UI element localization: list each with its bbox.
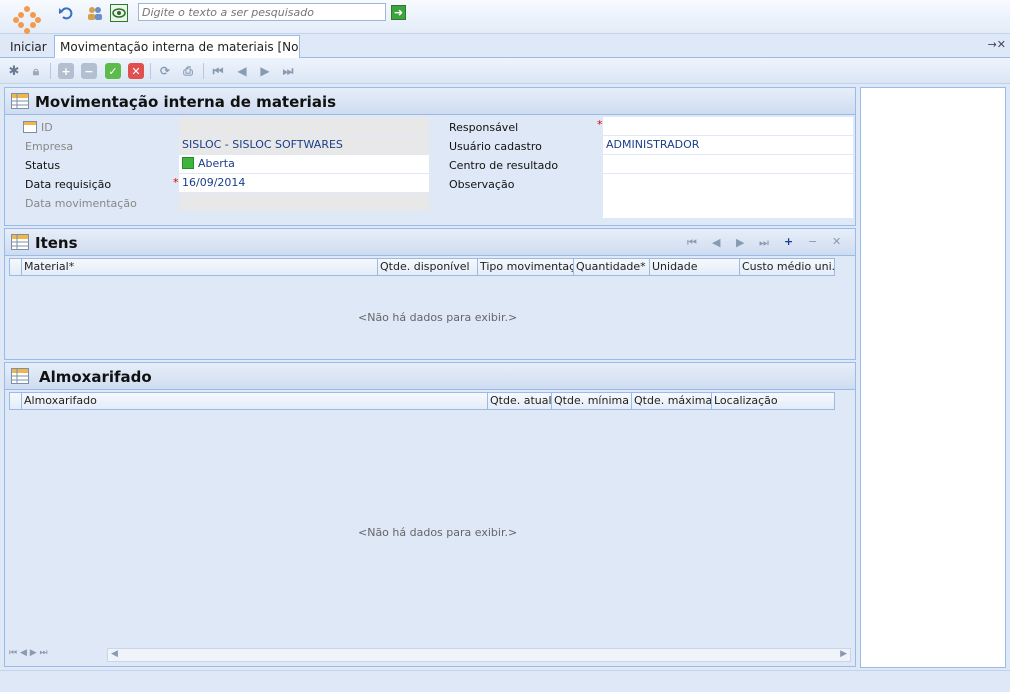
itens-grid-header: Material* Qtde. disponível Tipo moviment…	[9, 258, 835, 276]
responsavel-label: Responsável	[449, 121, 519, 134]
id-field[interactable]	[179, 117, 429, 135]
status-value: Aberta	[198, 157, 235, 170]
grid-first-icon[interactable]: ⏮	[687, 236, 697, 250]
data-requisicao-field[interactable]: 16/09/2014	[179, 174, 429, 192]
column-qtde-disponivel[interactable]: Qtde. disponível	[378, 259, 478, 275]
refresh-icon[interactable]: ⟳	[157, 63, 173, 79]
next-record-icon[interactable]: ▶	[257, 63, 273, 79]
itens-empty-message: <Não há dados para exibir.>	[358, 311, 518, 324]
undo-icon[interactable]	[57, 4, 75, 22]
almoxarifado-grid: Almoxarifado Qtde. atual Qtde. mínima Qt…	[4, 390, 856, 667]
column-qtde-atual[interactable]: Qtde. atual	[488, 393, 552, 409]
users-icon[interactable]	[86, 4, 104, 22]
cancel-icon[interactable]: ✕	[128, 63, 144, 79]
scroll-right-icon[interactable]: ▶	[840, 649, 847, 659]
empresa-label: Empresa	[25, 140, 74, 153]
view-icon[interactable]	[110, 4, 128, 22]
form-area: Movimentação interna de materiais ID Emp…	[4, 87, 856, 667]
column-qtde-minima[interactable]: Qtde. mínima	[552, 393, 632, 409]
action-toolbar: ✱ 🔒︎ + − ✓ ✕ ⟳ ⎙ ⏮ ◀ ▶ ⏭	[0, 58, 1010, 84]
grid-cancel-icon[interactable]: ✕	[832, 235, 841, 248]
itens-grid: Material* Qtde. disponível Tipo moviment…	[4, 256, 856, 360]
last-record-icon[interactable]: ⏭	[280, 63, 296, 79]
form-fields: ID Empresa SISLOC - SISLOC SOFTWARES Sta…	[4, 115, 856, 226]
row-selector-column	[10, 259, 22, 275]
itens-table-icon	[11, 234, 29, 250]
tab-iniciar[interactable]: Iniciar	[4, 37, 53, 57]
lock-icon[interactable]: 🔒︎	[28, 63, 44, 79]
column-localizacao[interactable]: Localização	[712, 393, 836, 409]
status-label: Status	[25, 159, 61, 172]
responsavel-field[interactable]	[603, 117, 853, 135]
status-field[interactable]: Aberta	[179, 155, 429, 173]
column-material[interactable]: Material*	[22, 259, 378, 275]
row-selector-column	[10, 393, 22, 409]
column-qtde-maxima[interactable]: Qtde. máxima	[632, 393, 712, 409]
data-movimentacao-label: Data movimentação	[25, 197, 137, 210]
data-movimentacao-field[interactable]	[179, 193, 429, 211]
grid-last-icon[interactable]: ⏭	[759, 236, 769, 250]
column-almoxarifado[interactable]: Almoxarifado	[22, 393, 488, 409]
grid-add-icon[interactable]: +	[784, 235, 793, 248]
close-all-tabs-icon[interactable]: →✕	[988, 38, 1006, 51]
add-icon[interactable]: +	[58, 63, 74, 79]
form-title: Movimentação interna de materiais	[35, 93, 337, 111]
almoxarifado-empty-message: <Não há dados para exibir.>	[358, 526, 518, 539]
usuario-cadastro-label: Usuário cadastro	[449, 140, 542, 153]
id-table-icon	[23, 121, 37, 133]
first-record-icon[interactable]: ⏮	[210, 63, 226, 79]
confirm-icon[interactable]: ✓	[105, 63, 121, 79]
column-custo-medio[interactable]: Custo médio uni.	[740, 259, 836, 275]
tab-movimentacao[interactable]: Movimentação interna de materiais [No...	[54, 35, 300, 58]
almoxarifado-grid-header: Almoxarifado Qtde. atual Qtde. mínima Qt…	[9, 392, 835, 410]
top-bar: ➜	[0, 0, 1010, 34]
almoxarifado-title: Almoxarifado	[39, 368, 152, 386]
new-record-icon[interactable]: ✱	[6, 63, 22, 79]
column-tipo-movimentacao[interactable]: Tipo movimentação	[478, 259, 574, 275]
itens-title: Itens	[35, 234, 78, 252]
itens-header: Itens ⏮ ◀ ▶ ⏭ + − ✕	[4, 228, 856, 256]
scroll-left-icon[interactable]: ◀	[111, 649, 118, 659]
required-marker: *	[597, 118, 603, 131]
id-label: ID	[41, 121, 53, 134]
form-header: Movimentação interna de materiais	[4, 87, 856, 115]
status-bar	[0, 670, 1010, 692]
almoxarifado-table-icon	[11, 368, 29, 384]
form-table-icon	[11, 93, 29, 109]
observacao-field[interactable]	[603, 174, 853, 218]
status-green-icon	[182, 157, 194, 169]
centro-resultado-field[interactable]	[603, 155, 853, 173]
grid-remove-icon[interactable]: −	[808, 235, 817, 248]
tab-bar: Iniciar Movimentação interna de materiai…	[0, 34, 1010, 58]
column-unidade[interactable]: Unidade	[650, 259, 740, 275]
previous-record-icon[interactable]: ◀	[234, 63, 250, 79]
grid-previous-icon[interactable]: ◀	[712, 236, 720, 249]
side-panel	[860, 87, 1006, 668]
required-marker: *	[173, 176, 179, 189]
empresa-field[interactable]: SISLOC - SISLOC SOFTWARES	[179, 136, 429, 154]
horizontal-scrollbar[interactable]: ◀ ▶	[107, 648, 851, 662]
search-go-button[interactable]: ➜	[391, 5, 406, 20]
print-icon[interactable]: ⎙	[180, 63, 196, 79]
app-logo[interactable]	[10, 3, 44, 37]
almoxarifado-header: Almoxarifado	[4, 362, 856, 390]
usuario-cadastro-field[interactable]: ADMINISTRADOR	[603, 136, 853, 154]
remove-icon[interactable]: −	[81, 63, 97, 79]
search-input[interactable]	[138, 3, 386, 21]
observacao-label: Observação	[449, 178, 515, 191]
centro-resultado-label: Centro de resultado	[449, 159, 559, 172]
grid-pager-icons[interactable]: ⏮ ◀ ▶ ⏭	[9, 648, 48, 658]
column-quantidade[interactable]: Quantidade*	[574, 259, 650, 275]
data-requisicao-label: Data requisição	[25, 178, 112, 191]
grid-next-icon[interactable]: ▶	[736, 236, 744, 249]
